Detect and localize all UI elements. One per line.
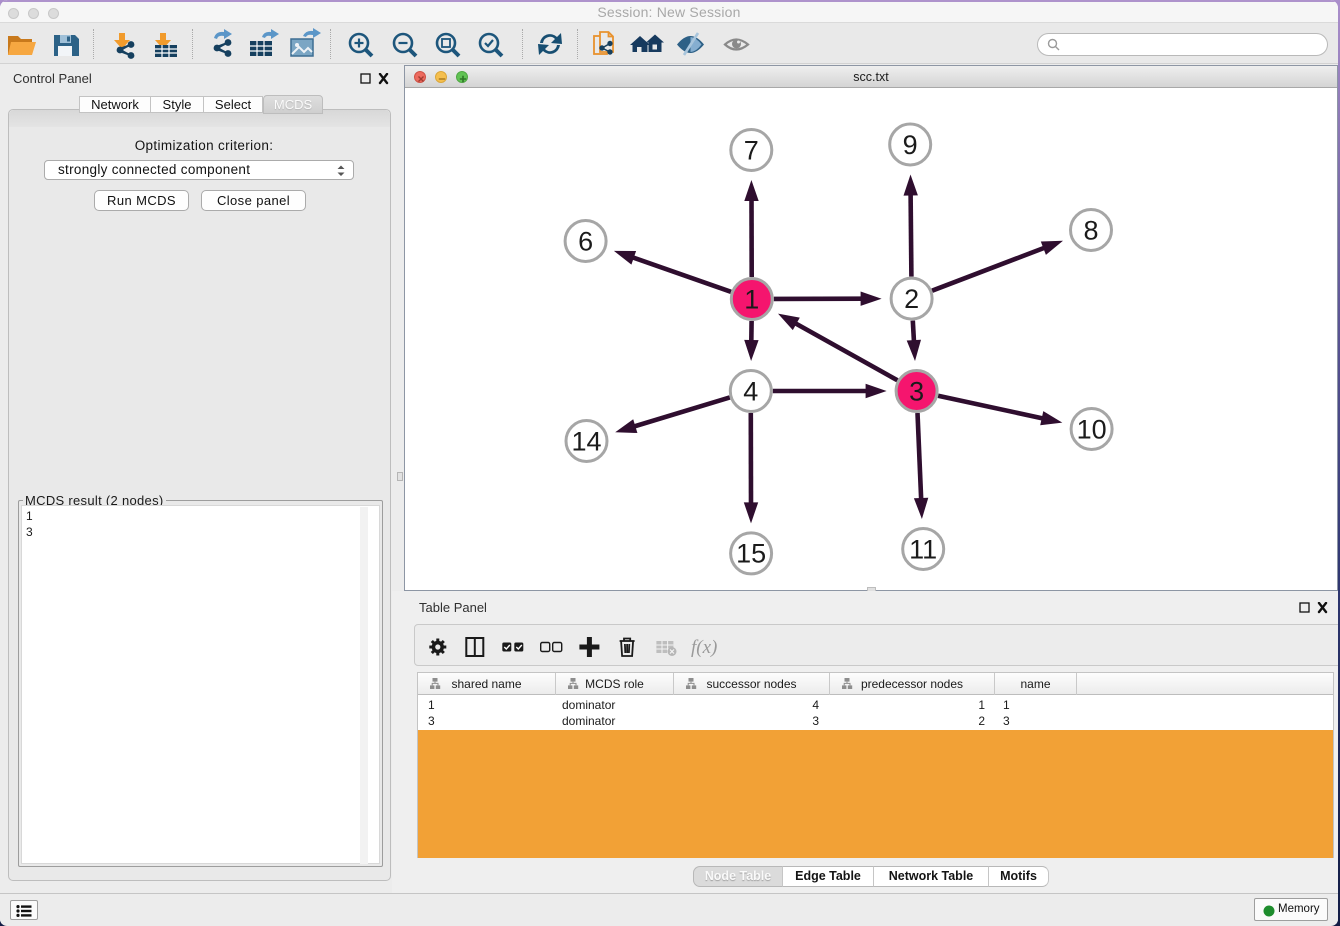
svg-text:1: 1 (744, 284, 759, 314)
svg-text:2: 2 (904, 284, 919, 314)
svg-text:6: 6 (578, 226, 593, 256)
svg-text:15: 15 (736, 539, 766, 569)
svg-text:3: 3 (909, 376, 924, 406)
svg-text:4: 4 (743, 376, 758, 406)
svg-text:8: 8 (1083, 215, 1098, 245)
svg-text:14: 14 (571, 426, 601, 456)
svg-text:10: 10 (1077, 414, 1107, 444)
svg-text:9: 9 (903, 130, 918, 160)
svg-text:11: 11 (909, 534, 937, 564)
svg-text:f(x): f(x) (691, 637, 717, 658)
svg-text:7: 7 (744, 135, 759, 165)
